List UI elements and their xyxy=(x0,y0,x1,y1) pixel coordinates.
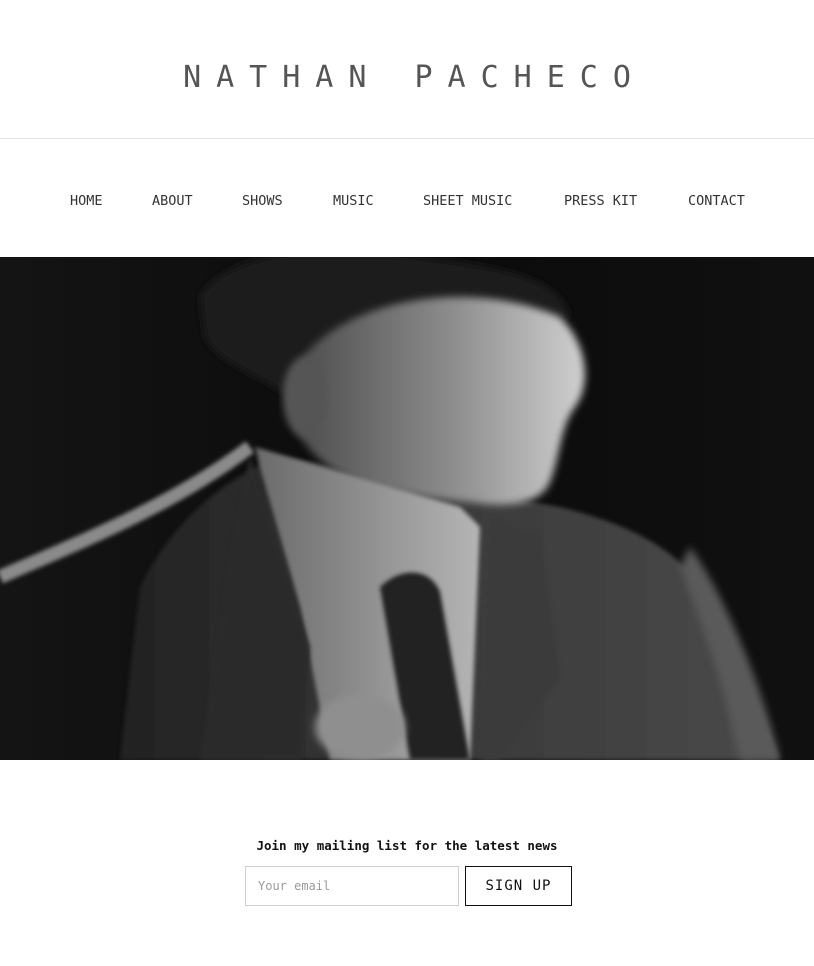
site-title[interactable]: NATHAN PACHECO xyxy=(0,60,814,96)
signup-label: Join my mailing list for the latest news xyxy=(256,838,558,853)
nav-item-shows[interactable]: SHOWS xyxy=(242,192,283,210)
nav-item-music[interactable]: MUSIC xyxy=(333,192,374,210)
sign-up-button[interactable]: SIGN UP xyxy=(465,866,572,906)
page: NATHAN PACHECO HOME ABOUT SHOWS MUSIC SH… xyxy=(0,0,814,966)
site-header: NATHAN PACHECO xyxy=(0,0,814,139)
nav-item-press-kit[interactable]: PRESS KIT xyxy=(564,192,637,210)
portrait-photo xyxy=(0,257,814,760)
email-input[interactable] xyxy=(245,866,459,906)
nav-item-sheet-music[interactable]: SHEET MUSIC xyxy=(423,192,512,210)
nav-item-home[interactable]: HOME xyxy=(70,192,103,210)
hero-image xyxy=(0,257,814,760)
main-nav: HOME ABOUT SHOWS MUSIC SHEET MUSIC PRESS… xyxy=(0,140,814,257)
nav-item-contact[interactable]: CONTACT xyxy=(688,192,745,210)
nav-item-about[interactable]: ABOUT xyxy=(152,192,193,210)
mailing-list-signup: Join my mailing list for the latest news… xyxy=(0,838,814,918)
